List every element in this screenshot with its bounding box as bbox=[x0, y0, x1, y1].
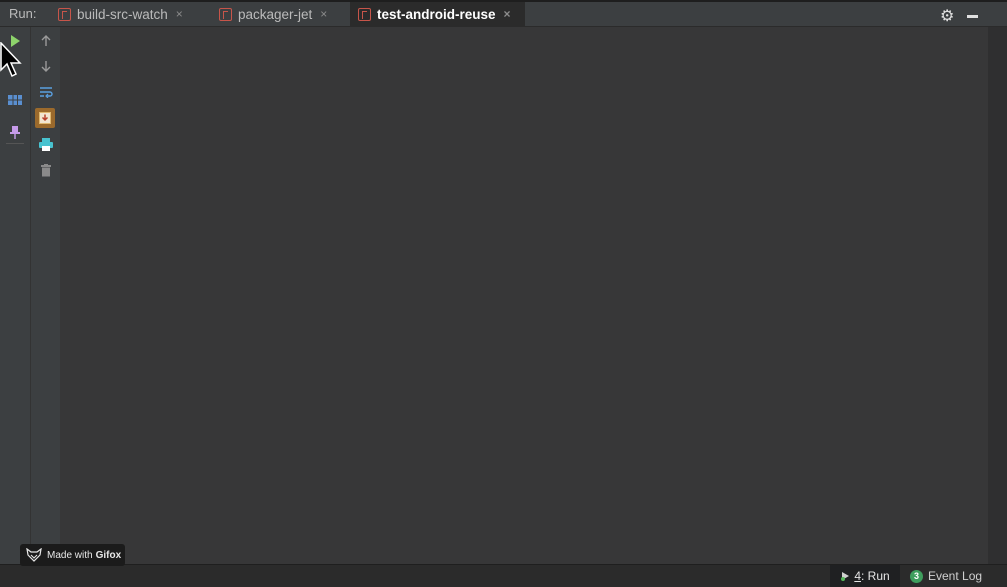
tab-label: build-src-watch bbox=[77, 6, 168, 22]
gifox-watermark: Made with Gifox bbox=[20, 544, 125, 566]
close-icon[interactable]: × bbox=[504, 7, 511, 21]
run-tool-button[interactable]: 4: Run bbox=[830, 565, 900, 587]
tab-build-src-watch[interactable]: build-src-watch × bbox=[50, 2, 205, 26]
run-icon bbox=[841, 572, 850, 581]
fox-logo-icon bbox=[26, 548, 42, 562]
console-scrollbar[interactable] bbox=[988, 27, 1007, 564]
run-tool-window-header: Run: build-src-watch × packager-jet × te… bbox=[0, 2, 1007, 27]
arrow-up-icon[interactable] bbox=[37, 32, 55, 50]
tab-label: test-android-reuse bbox=[377, 6, 496, 22]
run-tool-label: : Run bbox=[861, 569, 890, 583]
event-count-badge: 3 bbox=[910, 569, 923, 583]
tab-test-android-reuse[interactable]: test-android-reuse × bbox=[350, 2, 525, 26]
status-bar: 4: Run 3 Event Log bbox=[0, 564, 1007, 587]
close-icon[interactable]: × bbox=[320, 7, 327, 21]
run-shortcut-number: 4 bbox=[854, 569, 861, 583]
watermark-prefix: Made with bbox=[47, 549, 93, 561]
scroll-to-end-icon[interactable] bbox=[35, 108, 55, 128]
gear-icon[interactable]: ⚙ bbox=[940, 6, 954, 26]
trash-icon[interactable] bbox=[37, 161, 55, 179]
layout-icon[interactable] bbox=[6, 91, 24, 109]
mouse-cursor-icon bbox=[0, 42, 22, 78]
run-toolbar-secondary bbox=[30, 27, 60, 564]
run-label: Run: bbox=[9, 6, 37, 21]
print-icon[interactable] bbox=[37, 135, 55, 153]
minimize-icon[interactable] bbox=[967, 15, 978, 18]
run-config-icon bbox=[58, 7, 71, 21]
arrow-down-icon[interactable] bbox=[37, 57, 55, 75]
run-config-icon bbox=[358, 7, 371, 21]
event-log-button[interactable]: 3 Event Log bbox=[910, 565, 982, 587]
tab-label: packager-jet bbox=[238, 6, 313, 22]
event-log-label: Event Log bbox=[928, 569, 983, 583]
close-icon[interactable]: × bbox=[176, 7, 183, 21]
console-output[interactable] bbox=[60, 27, 988, 564]
soft-wrap-icon[interactable] bbox=[37, 83, 55, 101]
pin-icon[interactable] bbox=[6, 123, 24, 141]
run-toolbar-primary bbox=[0, 27, 30, 564]
run-config-icon bbox=[219, 7, 232, 21]
toolbar-separator bbox=[6, 143, 24, 144]
tab-packager-jet[interactable]: packager-jet × bbox=[211, 2, 346, 26]
watermark-brand: Gifox bbox=[95, 549, 122, 561]
